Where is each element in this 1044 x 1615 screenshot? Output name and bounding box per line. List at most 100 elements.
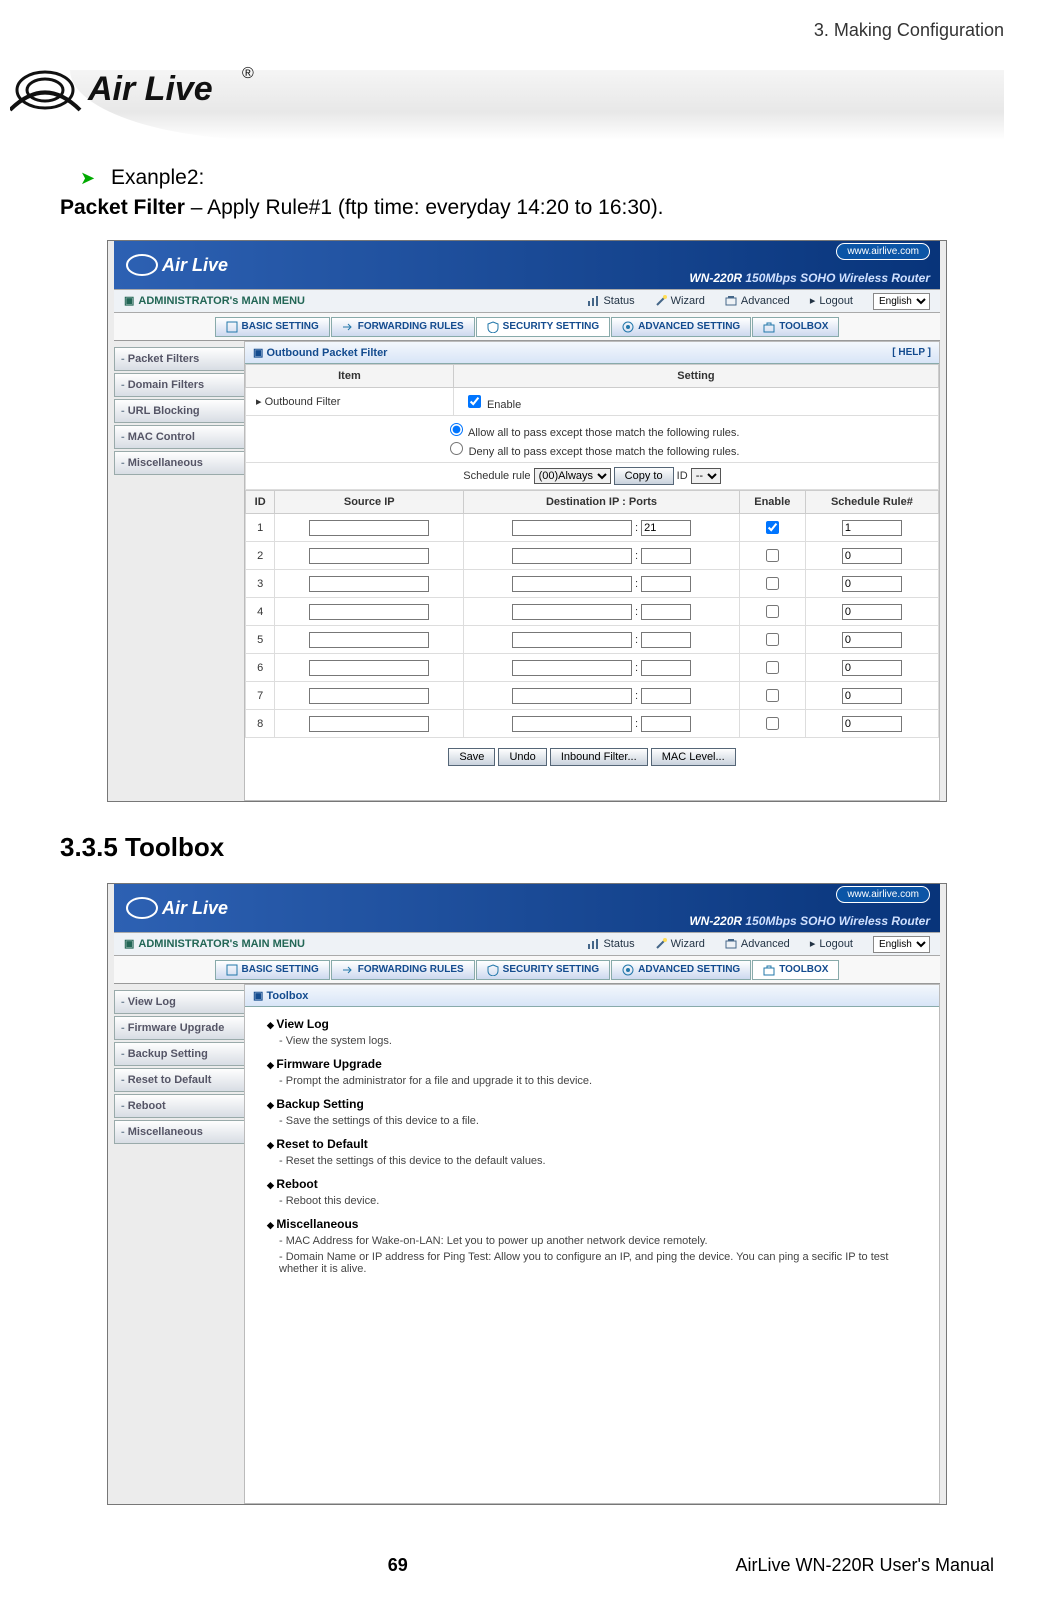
source-ip-input[interactable] [309, 548, 429, 564]
nav-wizard[interactable]: Wizard [645, 932, 715, 956]
nav-status[interactable]: Status [577, 289, 644, 313]
nav-wizard[interactable]: Wizard [645, 289, 715, 313]
sidebar-item[interactable]: Miscellaneous [114, 451, 244, 475]
enable-checkbox-label[interactable]: Enable [464, 399, 521, 411]
row-enable-checkbox[interactable] [766, 717, 779, 730]
nav-logout[interactable]: ▸ Logout [800, 289, 863, 313]
tab-security-setting[interactable]: SECURITY SETTING [476, 960, 611, 980]
row-enable-checkbox[interactable] [766, 633, 779, 646]
sidebar-item[interactable]: Reboot [114, 1094, 244, 1118]
tab-forwarding-rules[interactable]: FORWARDING RULES [331, 317, 475, 337]
source-ip-input[interactable] [309, 716, 429, 732]
id-select[interactable]: -- [691, 468, 721, 484]
enable-checkbox[interactable] [468, 395, 481, 408]
tab-advanced-setting[interactable]: ADVANCED SETTING [611, 317, 751, 337]
schedule-rule-input[interactable] [842, 660, 902, 676]
schedule-rule-input[interactable] [842, 632, 902, 648]
dest-port-input[interactable] [641, 660, 691, 676]
schedule-rule-select[interactable]: (00)Always [534, 468, 611, 484]
source-ip-input[interactable] [309, 520, 429, 536]
dest-port-input[interactable] [641, 688, 691, 704]
schedule-rule-input[interactable] [842, 520, 902, 536]
radio-deny-label[interactable]: Deny all to pass except those match the … [445, 446, 740, 458]
th-source-ip: Source IP [275, 491, 464, 514]
toolbox-item: View LogView the system logs. [267, 1017, 917, 1047]
save-button[interactable]: Save [448, 748, 495, 766]
sidebar-item[interactable]: View Log [114, 990, 244, 1014]
sidebar-item[interactable]: Miscellaneous [114, 1120, 244, 1144]
tab-basic-setting[interactable]: BASIC SETTING [215, 960, 330, 980]
nav-status[interactable]: Status [577, 932, 644, 956]
row-enable-checkbox[interactable] [766, 549, 779, 562]
tab-advanced-setting[interactable]: ADVANCED SETTING [611, 960, 751, 980]
mac-level-button[interactable]: MAC Level... [651, 748, 736, 766]
inbound-filter-button[interactable]: Inbound Filter... [550, 748, 648, 766]
tab-security-setting[interactable]: SECURITY SETTING [476, 317, 611, 337]
schedule-rule-input[interactable] [842, 576, 902, 592]
sidebar-item[interactable]: Reset to Default [114, 1068, 244, 1092]
outbound-filter-label: ▸ Outbound Filter [246, 388, 454, 416]
sidebar-item[interactable]: MAC Control [114, 425, 244, 449]
dest-ip-input[interactable] [512, 632, 632, 648]
row-enable-checkbox[interactable] [766, 577, 779, 590]
toolbox-item-desc: Domain Name or IP address for Ping Test:… [279, 1251, 917, 1275]
help-link[interactable]: [ HELP ] [892, 347, 931, 358]
dest-port-input[interactable] [641, 548, 691, 564]
tab-toolbox[interactable]: TOOLBOX [752, 960, 839, 980]
toolbox-item-desc: Reset the settings of this device to the… [279, 1155, 917, 1167]
dest-ip-input[interactable] [512, 576, 632, 592]
dest-port-input[interactable] [641, 520, 691, 536]
schedule-rule-input[interactable] [842, 604, 902, 620]
schedule-rule-input[interactable] [842, 548, 902, 564]
sidebar-item[interactable]: URL Blocking [114, 399, 244, 423]
schedule-rule-input[interactable] [842, 688, 902, 704]
dest-port-input[interactable] [641, 716, 691, 732]
source-ip-input[interactable] [309, 604, 429, 620]
sidebar-item[interactable]: Firmware Upgrade [114, 1016, 244, 1040]
toolbox-item-desc: Save the settings of this device to a fi… [279, 1115, 917, 1127]
dest-ip-input[interactable] [512, 604, 632, 620]
toolbox-icon [763, 321, 775, 333]
language-select[interactable]: English [873, 936, 930, 953]
adv-icon [622, 964, 634, 976]
toolbox-item-title: Reboot [267, 1177, 917, 1191]
row-enable-checkbox[interactable] [766, 605, 779, 618]
radio-allow[interactable] [450, 423, 463, 436]
language-select[interactable]: English [873, 293, 930, 310]
forward-icon [342, 321, 354, 333]
svg-text:Air Live: Air Live [161, 898, 228, 918]
copy-to-button[interactable]: Copy to [614, 467, 674, 485]
dest-ip-input[interactable] [512, 688, 632, 704]
radio-deny[interactable] [450, 442, 463, 455]
nav-logout[interactable]: ▸ Logout [800, 932, 863, 956]
nav-advanced[interactable]: Advanced [715, 289, 800, 313]
dest-ip-input[interactable] [512, 716, 632, 732]
row-enable-checkbox[interactable] [766, 661, 779, 674]
dest-port-input[interactable] [641, 604, 691, 620]
row-enable-checkbox[interactable] [766, 521, 779, 534]
sidebar-item[interactable]: Packet Filters [114, 347, 244, 371]
cell-id: 6 [246, 654, 275, 682]
dest-ip-input[interactable] [512, 660, 632, 676]
th-id: ID [246, 491, 275, 514]
row-enable-checkbox[interactable] [766, 689, 779, 702]
sidebar-item[interactable]: Domain Filters [114, 373, 244, 397]
header-model: WN-220R 150Mbps SOHO Wireless Router [689, 271, 930, 285]
dest-port-input[interactable] [641, 576, 691, 592]
tab-forwarding-rules[interactable]: FORWARDING RULES [331, 960, 475, 980]
dest-ip-input[interactable] [512, 548, 632, 564]
tab-basic-setting[interactable]: BASIC SETTING [215, 317, 330, 337]
sidebar-item[interactable]: Backup Setting [114, 1042, 244, 1066]
nav-advanced[interactable]: Advanced [715, 932, 800, 956]
source-ip-input[interactable] [309, 660, 429, 676]
source-ip-input[interactable] [309, 688, 429, 704]
undo-button[interactable]: Undo [498, 748, 546, 766]
source-ip-input[interactable] [309, 576, 429, 592]
dest-ip-input[interactable] [512, 520, 632, 536]
arrow-icon: ➤ [80, 168, 95, 188]
source-ip-input[interactable] [309, 632, 429, 648]
radio-allow-label[interactable]: Allow all to pass except those match the… [445, 427, 740, 439]
tab-toolbox[interactable]: TOOLBOX [752, 317, 839, 337]
schedule-rule-input[interactable] [842, 716, 902, 732]
dest-port-input[interactable] [641, 632, 691, 648]
